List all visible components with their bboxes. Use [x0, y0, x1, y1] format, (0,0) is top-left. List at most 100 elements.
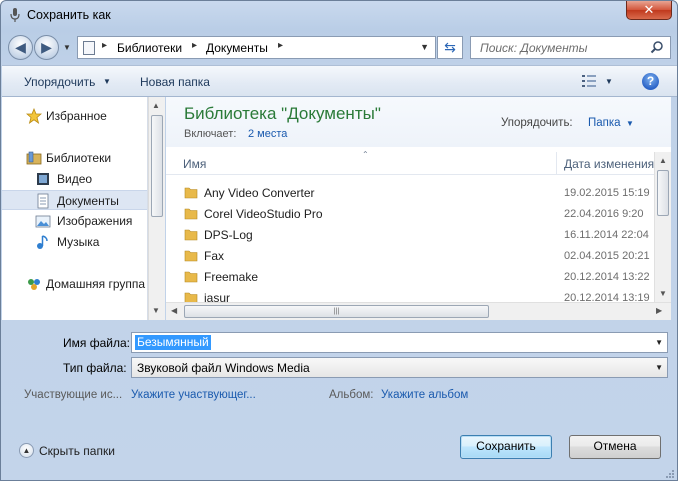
file-date: 22.04.2016 9:20: [564, 208, 644, 220]
help-button[interactable]: ?: [642, 73, 659, 90]
file-name: DPS-Log: [204, 228, 253, 242]
breadcrumb-separator-icon[interactable]: ▸: [192, 40, 197, 51]
folder-icon: [184, 187, 198, 199]
scroll-thumb[interactable]: |||: [184, 305, 489, 318]
folder-icon: [184, 292, 198, 302]
navigation-scrollbar[interactable]: ▲ ▼: [148, 97, 165, 320]
nav-label: Видео: [57, 172, 93, 186]
nav-label: Изображения: [57, 214, 133, 228]
filetype-dropdown-icon[interactable]: ▼: [655, 363, 663, 372]
folder-icon: [184, 271, 198, 283]
file-date: 20.12.2014 13:19: [564, 292, 650, 302]
nav-item-libraries[interactable]: Библиотеки: [2, 148, 147, 168]
file-date: 16.11.2014 22:04: [564, 229, 649, 241]
file-row[interactable]: DPS-Log 16.11.2014 22:04: [166, 225, 654, 245]
window-title: Сохранить как: [27, 8, 111, 22]
filename-dropdown-icon[interactable]: ▼: [655, 338, 663, 347]
nav-item-music[interactable]: Музыка: [2, 232, 147, 252]
file-list-vertical-scrollbar[interactable]: ▲ ▼: [654, 152, 671, 302]
hide-folders-button[interactable]: Скрыть папки: [39, 444, 115, 458]
address-bar[interactable]: ▸ Библиотеки ▸ Документы ▸ ▼: [77, 36, 436, 59]
nav-item-video[interactable]: Видео: [2, 169, 147, 189]
save-form: Имя файла: Безымянный ▼ Тип файла: Звуко…: [2, 321, 677, 480]
arrange-dropdown-icon[interactable]: ▼: [626, 119, 634, 128]
nav-label: Библиотеки: [46, 151, 112, 165]
back-arrow-icon: ◀: [15, 39, 26, 55]
save-button[interactable]: Сохранить: [460, 435, 552, 459]
folder-icon: [184, 229, 198, 241]
sort-ascending-icon: ⌃: [362, 150, 369, 159]
forward-button[interactable]: ▶: [34, 35, 59, 60]
documents-icon: [37, 193, 49, 209]
breadcrumb-documents[interactable]: Документы: [206, 41, 268, 55]
close-button[interactable]: ✕: [626, 1, 672, 20]
homegroup-icon: [28, 279, 40, 290]
breadcrumb-separator-icon[interactable]: ▸: [278, 40, 283, 51]
file-row[interactable]: Freemake 20.12.2014 13:22: [166, 267, 654, 287]
file-list-horizontal-scrollbar[interactable]: ◀ ||| ▶: [166, 302, 671, 320]
address-dropdown-icon[interactable]: ▼: [420, 42, 429, 52]
breadcrumb-libraries[interactable]: Библиотеки: [117, 41, 182, 55]
file-name: jasur: [204, 291, 231, 302]
column-date-modified[interactable]: Дата изменения: [564, 157, 654, 171]
save-as-dialog: Сохранить как ✕ ◀ ▶ ▼ ▸ Библиотеки ▸ Док…: [0, 0, 678, 481]
contributors-field[interactable]: Укажите участвующег...: [131, 389, 256, 401]
new-folder-button[interactable]: Новая папка: [140, 75, 210, 89]
star-icon: [26, 108, 42, 124]
file-row[interactable]: Corel VideoStudio Pro 22.04.2016 9:20: [166, 204, 654, 224]
scroll-left-icon[interactable]: ◀: [171, 306, 177, 315]
arrange-by-dropdown[interactable]: Папка: [588, 117, 621, 129]
organize-dropdown-icon[interactable]: ▼: [103, 77, 111, 86]
hide-folders-icon[interactable]: ▲: [19, 443, 34, 458]
views-dropdown-icon[interactable]: ▼: [605, 77, 613, 86]
scroll-up-icon[interactable]: ▲: [659, 156, 667, 165]
library-locations-link[interactable]: 2 места: [248, 128, 287, 140]
recent-pages-dropdown[interactable]: ▼: [63, 43, 71, 52]
back-button[interactable]: ◀: [8, 35, 33, 60]
scroll-right-icon[interactable]: ▶: [656, 306, 662, 315]
library-header: Библиотека "Документы" Включает: 2 места…: [166, 97, 671, 147]
column-divider[interactable]: [556, 152, 557, 175]
file-row[interactable]: Fax 02.04.2015 20:21: [166, 246, 654, 266]
nav-item-documents[interactable]: Документы: [2, 190, 147, 210]
refresh-button[interactable]: ⇆: [437, 36, 463, 59]
file-name: Freemake: [204, 270, 259, 284]
navigation-pane: Избранное Библиотеки Видео Документы Изо…: [2, 97, 148, 320]
microphone-icon: [10, 8, 20, 22]
file-name: Any Video Converter: [204, 186, 315, 200]
library-icon: [83, 41, 95, 55]
arrange-by-label: Упорядочить:: [501, 117, 573, 129]
album-field[interactable]: Укажите альбом: [381, 389, 468, 401]
search-icon[interactable]: [650, 40, 664, 54]
file-row[interactable]: jasur 20.12.2014 13:19: [166, 288, 654, 302]
nav-item-favorites[interactable]: Избранное: [2, 106, 147, 126]
filename-label: Имя файла:: [63, 336, 130, 350]
breadcrumb-separator-icon[interactable]: ▸: [102, 40, 107, 51]
title-bar: Сохранить как ✕: [1, 1, 677, 31]
cancel-button[interactable]: Отмена: [569, 435, 661, 459]
resize-grip-icon[interactable]: [665, 469, 675, 479]
folder-icon: [184, 250, 198, 262]
scroll-down-icon[interactable]: ▼: [659, 289, 667, 298]
filename-input[interactable]: Безымянный ▼: [131, 332, 668, 353]
file-date: 19.02.2015 15:19: [564, 187, 650, 199]
filetype-label: Тип файла:: [63, 361, 127, 375]
file-date: 02.04.2015 20:21: [564, 250, 650, 262]
refresh-icon: ⇆: [444, 39, 456, 55]
scroll-thumb[interactable]: [657, 170, 669, 216]
organize-button[interactable]: Упорядочить: [24, 75, 95, 89]
views-icon[interactable]: [581, 74, 597, 88]
images-icon: [35, 215, 51, 228]
filename-value[interactable]: Безымянный: [135, 335, 211, 350]
file-row[interactable]: Any Video Converter 19.02.2015 15:19: [166, 183, 654, 203]
search-input[interactable]: Поиск: Документы: [470, 36, 671, 59]
folder-icon: [184, 208, 198, 220]
nav-item-homegroup[interactable]: Домашняя группа: [2, 274, 147, 294]
scroll-down-icon[interactable]: ▼: [152, 306, 160, 315]
nav-item-images[interactable]: Изображения: [2, 211, 147, 231]
scroll-thumb[interactable]: [151, 115, 163, 217]
file-name: Fax: [204, 249, 225, 263]
column-name[interactable]: Имя: [183, 157, 206, 171]
scroll-up-icon[interactable]: ▲: [152, 101, 160, 110]
filetype-select[interactable]: Звуковой файл Windows Media ▼: [131, 357, 668, 378]
